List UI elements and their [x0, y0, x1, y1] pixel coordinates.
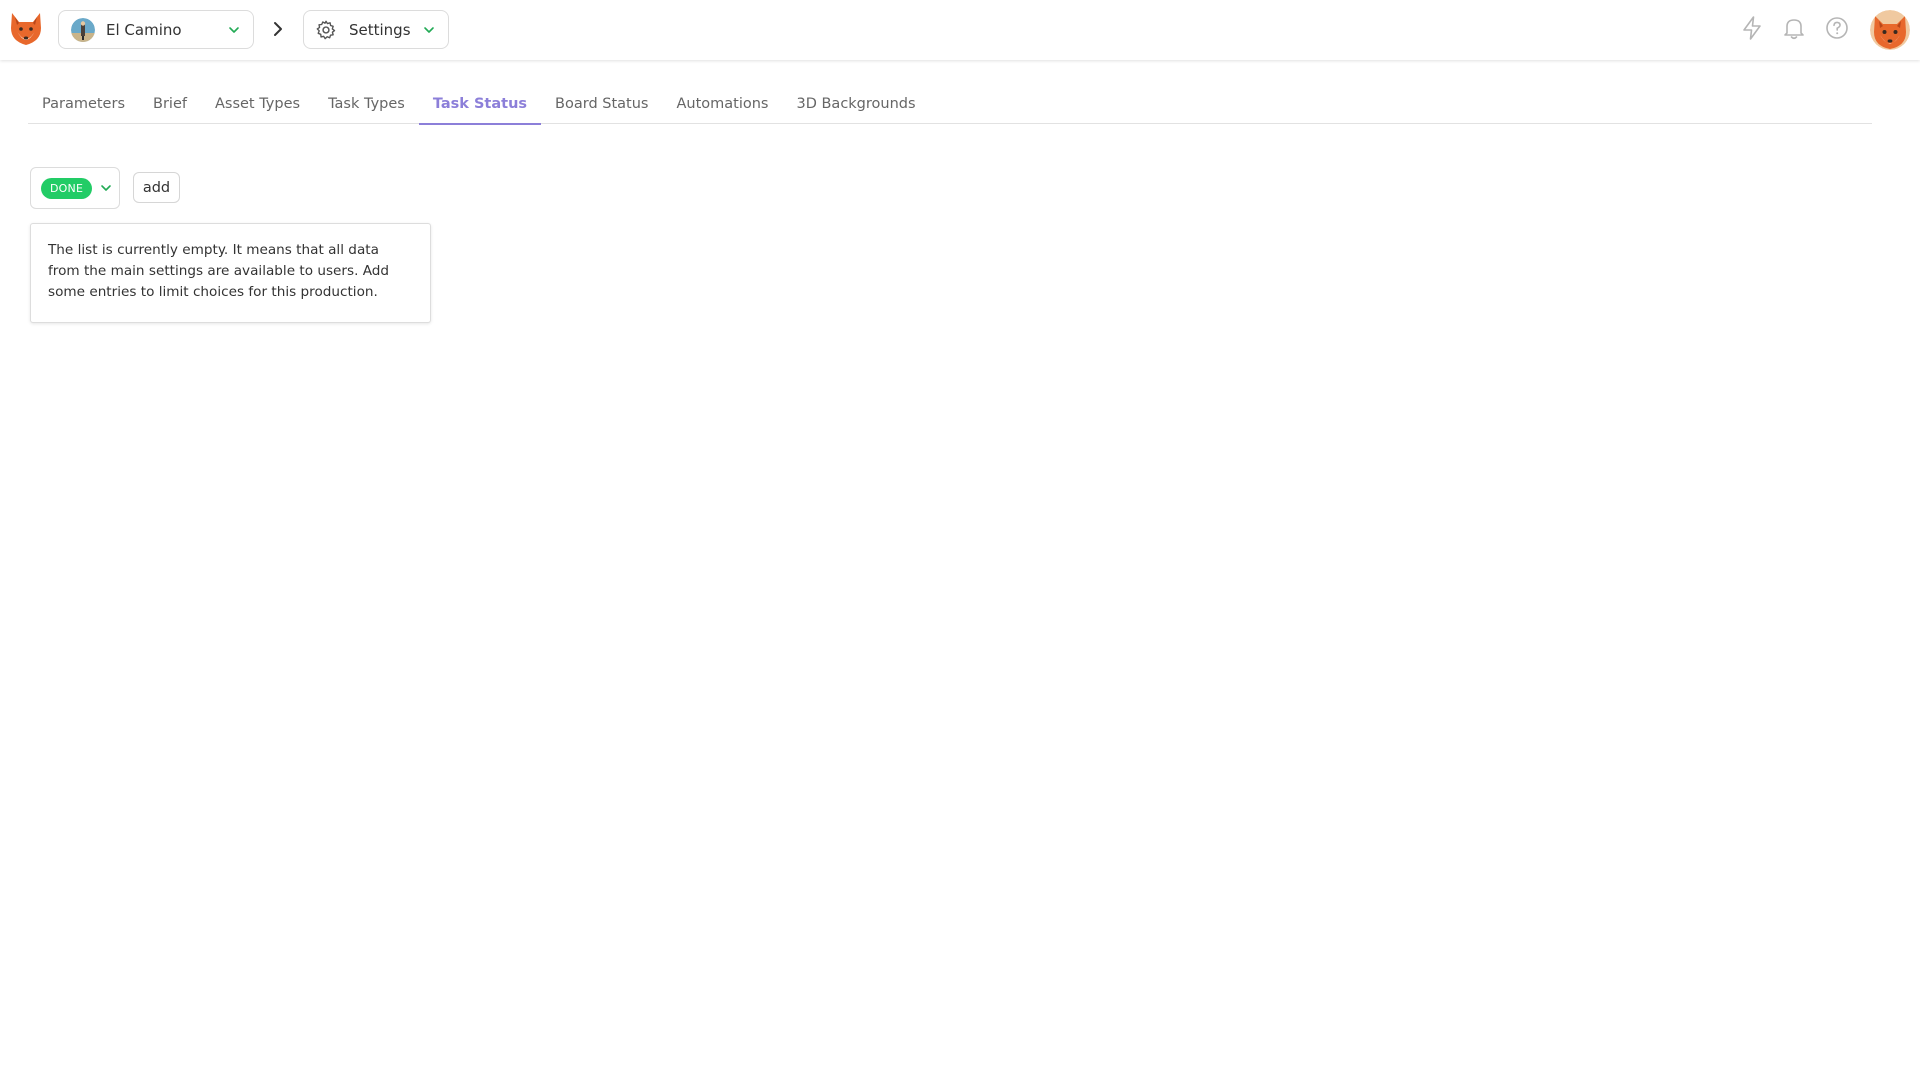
breadcrumb-chevron-right-icon	[274, 22, 282, 36]
tab-parameters[interactable]: Parameters	[28, 86, 139, 124]
production-selector[interactable]: El Camino	[58, 10, 254, 49]
tab-3d-backgrounds[interactable]: 3D Backgrounds	[782, 86, 929, 124]
section-label: Settings	[349, 20, 411, 39]
tab-brief[interactable]: Brief	[139, 86, 201, 124]
section-selector[interactable]: Settings	[303, 10, 449, 49]
production-name: El Camino	[106, 20, 182, 39]
status-badge: DONE	[41, 177, 93, 199]
task-status-select[interactable]: DONE	[30, 167, 120, 209]
chevron-down-icon	[424, 27, 434, 33]
tab-asset-types[interactable]: Asset Types	[201, 86, 314, 124]
add-button[interactable]: add	[133, 172, 180, 203]
top-bar: El Camino Settings	[0, 0, 1920, 60]
chevron-down-icon	[101, 185, 111, 191]
tab-task-status[interactable]: Task Status	[418, 86, 542, 125]
help-icon[interactable]	[1824, 15, 1850, 41]
bolt-icon[interactable]	[1739, 15, 1765, 41]
empty-list-message: The list is currently empty. It means th…	[48, 242, 390, 300]
user-avatar[interactable]	[1870, 10, 1910, 50]
bell-icon[interactable]	[1781, 15, 1807, 41]
tab-board-status[interactable]: Board Status	[541, 86, 662, 124]
chevron-down-icon	[229, 27, 239, 33]
app-logo-icon[interactable]	[9, 11, 43, 47]
tab-automations[interactable]: Automations	[662, 86, 782, 124]
settings-tabs: Parameters Brief Asset Types Task Types Task…	[28, 86, 1872, 125]
empty-list-info-box: The list is currently empty. It means th…	[30, 223, 431, 323]
production-thumbnail-icon	[71, 17, 95, 42]
gear-icon	[316, 20, 336, 39]
tab-task-types[interactable]: Task Types	[314, 86, 419, 124]
